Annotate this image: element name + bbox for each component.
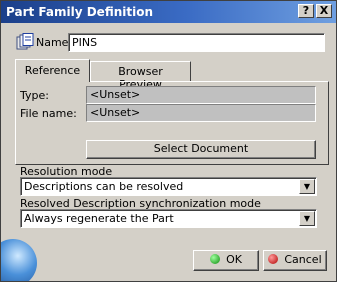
green-dot-icon — [210, 254, 221, 264]
tab-reference[interactable]: Reference — [15, 59, 90, 82]
resolution-mode-value: Descriptions can be resolved — [24, 180, 184, 193]
sync-mode-value: Always regenerate the Part — [24, 212, 174, 225]
cancel-label: Cancel — [284, 253, 322, 266]
help-button[interactable]: ? — [298, 4, 314, 18]
type-value: <Unset> — [86, 86, 316, 104]
ok-button[interactable]: OK — [193, 250, 259, 271]
chevron-down-icon[interactable]: ▼ — [299, 211, 315, 226]
document-stack-icon — [16, 33, 34, 50]
red-dot-icon — [268, 254, 279, 264]
select-document-button[interactable]: Select Document — [86, 140, 316, 159]
cancel-button[interactable]: Cancel — [263, 250, 327, 271]
name-label: Name: — [36, 36, 73, 49]
type-label: Type: — [20, 89, 49, 102]
window-title: Part Family Definition — [6, 5, 154, 19]
tab-browser-preview[interactable]: Browser Preview — [90, 61, 191, 91]
close-button[interactable]: X — [316, 4, 332, 18]
name-field[interactable]: PINS — [68, 33, 325, 52]
title-bar[interactable]: Part Family Definition ? X — [1, 1, 336, 23]
ok-label: OK — [226, 253, 242, 266]
file-name-label: File name: — [20, 107, 77, 120]
earth-logo-icon — [1, 239, 37, 281]
chevron-down-icon[interactable]: ▼ — [299, 179, 315, 194]
sync-mode-select[interactable]: Always regenerate the Part ▼ — [20, 209, 317, 228]
part-family-definition-dialog: Part Family Definition ? X Name: PINS Re… — [0, 0, 337, 282]
resolution-mode-select[interactable]: Descriptions can be resolved ▼ — [20, 177, 317, 196]
file-name-value: <Unset> — [86, 104, 316, 122]
